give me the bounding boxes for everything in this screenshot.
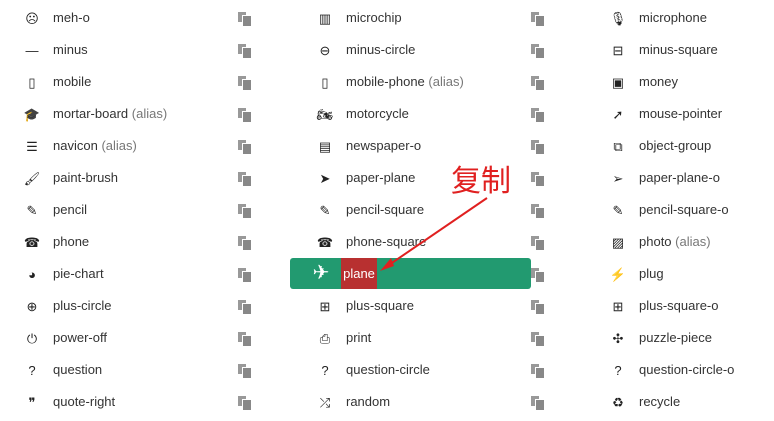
annotation-arrow [380,197,488,271]
